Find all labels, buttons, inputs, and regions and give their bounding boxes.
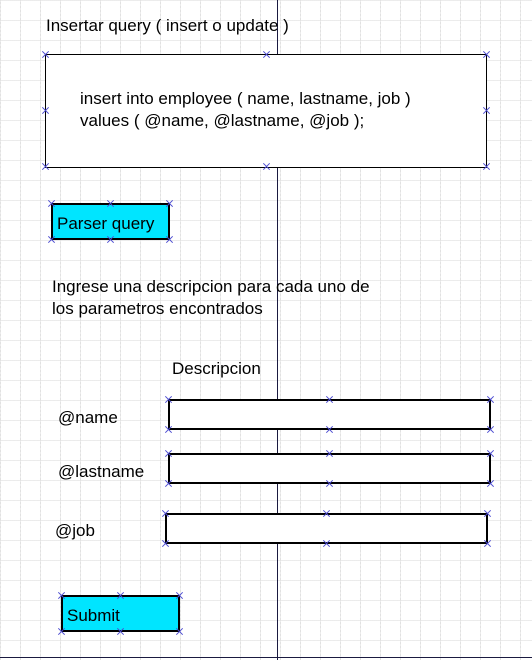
submit-button[interactable]: Submit: [61, 595, 180, 632]
instructions-line-2: los parametros encontrados: [52, 299, 263, 318]
param-description-job-input[interactable]: [165, 513, 488, 544]
page-title: Insertar query ( insert o update ): [46, 16, 289, 35]
query-textarea[interactable]: insert into employee ( name, lastname, j…: [45, 54, 487, 168]
param-description-name-input[interactable]: [168, 399, 491, 430]
parser-query-button[interactable]: Parser query: [51, 203, 170, 240]
param-description-lastname-input[interactable]: [168, 453, 491, 484]
instructions-line-1: Ingrese una descripcion para cada uno de: [52, 277, 370, 296]
param-label-lastname: @lastname: [58, 462, 145, 481]
query-text: insert into employee ( name, lastname, j…: [80, 88, 411, 132]
query-line-1: insert into employee ( name, lastname, j…: [80, 89, 411, 108]
param-label-job: @job: [55, 521, 95, 540]
param-label-name: @name: [58, 408, 118, 427]
description-column-header: Descripcion: [172, 359, 261, 378]
horizontal-guide-line: [0, 657, 532, 658]
query-line-2: values ( @name, @lastname, @job );: [80, 111, 365, 130]
